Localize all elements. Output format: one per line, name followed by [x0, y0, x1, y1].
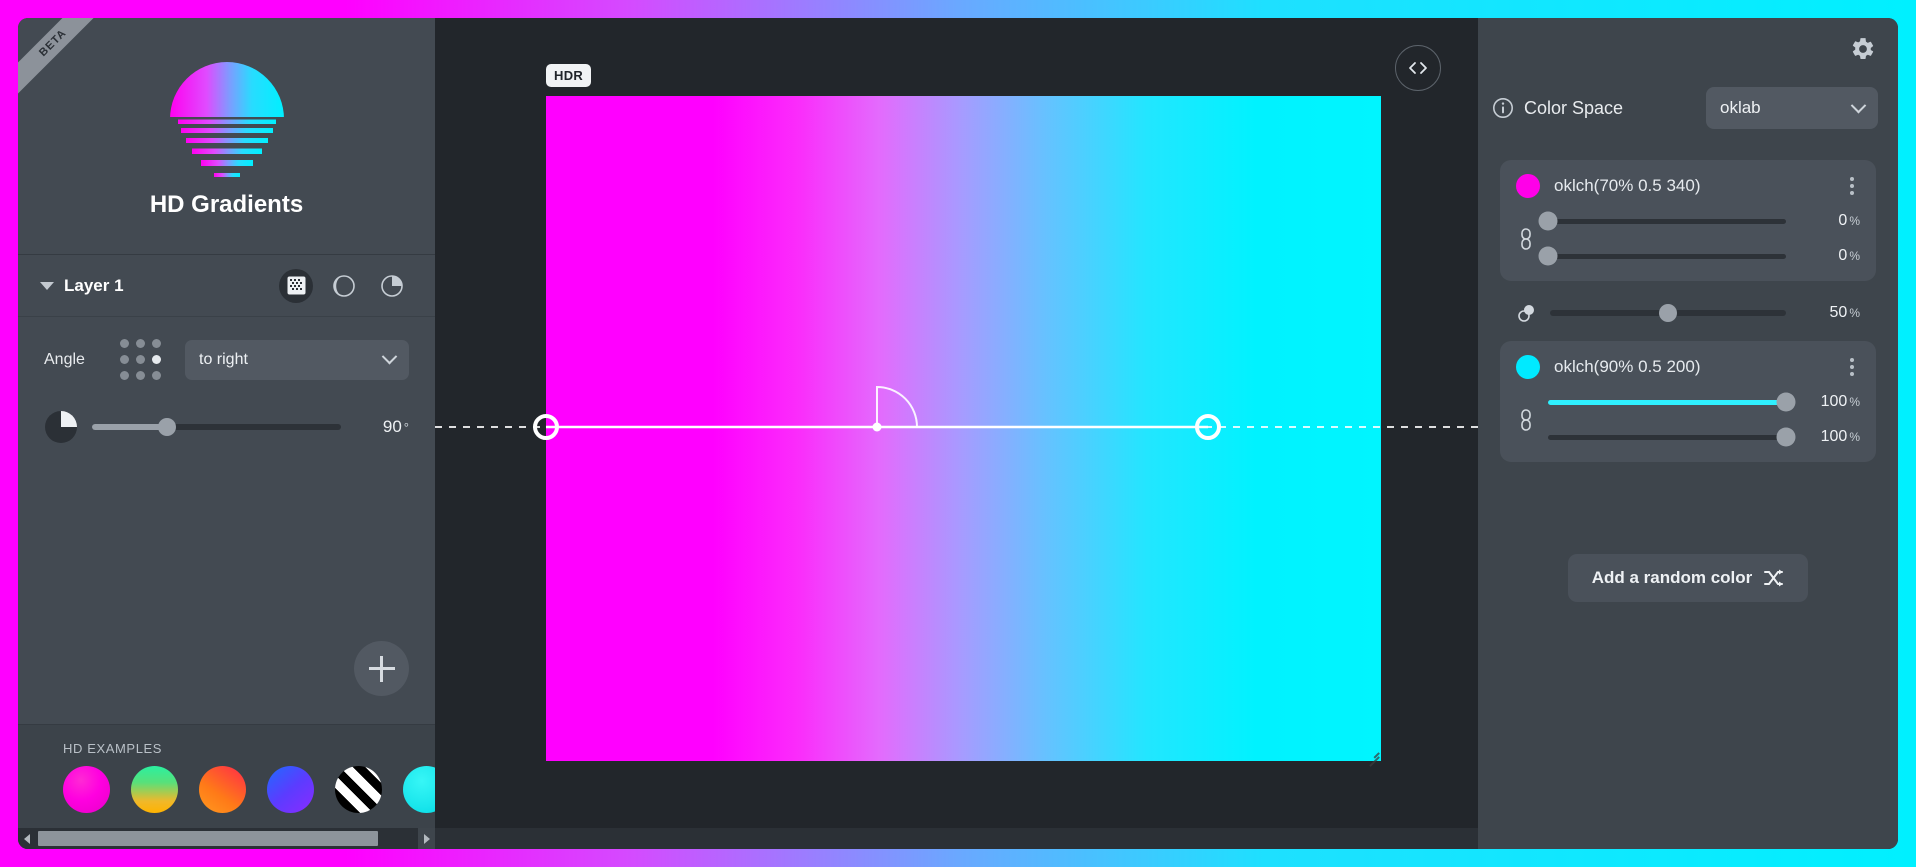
- example-blue-purple[interactable]: [267, 766, 314, 813]
- canvas-area: HDR: [435, 18, 1478, 849]
- example-magenta[interactable]: [63, 766, 110, 813]
- contrast-icon[interactable]: [327, 269, 361, 303]
- shuffle-icon: [1764, 569, 1784, 587]
- code-view-button[interactable]: [1395, 45, 1441, 91]
- info-icon[interactable]: [1492, 97, 1514, 119]
- hint-slider-row: 0%: [1538, 246, 1860, 266]
- color-stops-section: oklch(70% 0.5 340) 0% 0 % 50 % oklch(90%…: [1478, 136, 1898, 602]
- color-space-value: oklab: [1720, 98, 1761, 117]
- angle-section: Angle to right 90 °: [18, 317, 435, 444]
- left-sidebar: BETA HD Gradients Layer 1 Angle to right…: [18, 18, 518, 849]
- gear-icon[interactable]: [1850, 36, 1876, 62]
- resize-handle[interactable]: [1365, 745, 1379, 759]
- color-stop-card: oklch(90% 0.5 200) 100 % 100 %: [1500, 341, 1876, 462]
- hint-slider[interactable]: [1548, 427, 1796, 447]
- kebab-menu-icon[interactable]: [1844, 175, 1860, 197]
- brand-header: HD Gradients: [18, 18, 435, 255]
- position-slider-row: 100%: [1548, 392, 1860, 412]
- chevron-down-icon: [1850, 97, 1867, 113]
- color-space-select[interactable]: oklab: [1706, 87, 1878, 129]
- color-stop-label: oklch(90% 0.5 200): [1554, 357, 1701, 376]
- link-icon[interactable]: [1516, 227, 1536, 251]
- angle-pie-icon: [45, 411, 77, 443]
- layer-icon-group: [279, 268, 409, 303]
- pie-chart-icon[interactable]: [375, 269, 409, 303]
- scroll-left-arrow[interactable]: [18, 828, 35, 849]
- layer-collapse-chevron-down-icon[interactable]: [40, 281, 54, 290]
- angle-label: Angle: [44, 350, 85, 368]
- color-space-row: Color Space oklab: [1478, 80, 1898, 136]
- angle-slider[interactable]: [92, 418, 341, 436]
- add-layer-button[interactable]: [354, 641, 409, 696]
- scroll-right-arrow[interactable]: [418, 828, 435, 849]
- example-orange-red[interactable]: [199, 766, 246, 813]
- midpoint-circles-icon: [1518, 305, 1534, 322]
- hdr-badge: HDR: [546, 64, 592, 87]
- right-panel: Color Space oklab oklch(70% 0.5 340) 0 %…: [1478, 18, 1898, 849]
- direction-dot-grid-icon[interactable]: [120, 339, 161, 380]
- hint-value: 100%: [1820, 428, 1860, 445]
- add-random-color-label: Add a random color: [1591, 568, 1753, 587]
- plus-icon: [368, 655, 395, 682]
- right-panel-toolbar: [1478, 18, 1898, 80]
- direction-select[interactable]: to right: [185, 339, 409, 380]
- midpoint-slider[interactable]: [1550, 304, 1786, 322]
- color-stop-label: oklch(70% 0.5 340): [1554, 176, 1701, 195]
- layer-name-label: Layer 1: [64, 275, 124, 295]
- kebab-menu-icon[interactable]: [1844, 356, 1860, 378]
- chevron-down-icon: [381, 348, 398, 365]
- hd-examples-swatch-list: [18, 766, 518, 813]
- add-random-color-button[interactable]: Add a random color: [1567, 554, 1809, 602]
- canvas-horizontal-scrollbar[interactable]: [435, 828, 1478, 849]
- position-value: 0%: [1838, 212, 1860, 229]
- angle-value: 90 °: [382, 417, 409, 436]
- position-slider[interactable]: [1538, 211, 1786, 231]
- color-stop-sliders: 0% 0%: [1516, 211, 1860, 266]
- layer-body: [18, 444, 435, 724]
- dither-icon[interactable]: [279, 268, 313, 303]
- color-swatch[interactable]: [1516, 174, 1540, 198]
- angle-slider-row: 90 °: [44, 410, 409, 444]
- hint-slider-row: 100%: [1548, 427, 1860, 447]
- position-slider-row: 0%: [1538, 211, 1860, 231]
- example-green-orange[interactable]: [131, 766, 178, 813]
- color-stop-header: oklch(90% 0.5 200): [1516, 355, 1860, 379]
- random-color-row: Add a random color: [1500, 554, 1876, 602]
- app-window: BETA HD Gradients Layer 1 Angle to right…: [18, 18, 1898, 849]
- scrollbar-thumb[interactable]: [38, 831, 378, 846]
- color-space-label: Color Space: [1524, 97, 1624, 118]
- color-stop-sliders: 100% 100%: [1516, 392, 1860, 447]
- color-stop-header: oklch(70% 0.5 340): [1516, 174, 1860, 198]
- hint-slider[interactable]: [1538, 246, 1786, 266]
- color-stop-card: oklch(70% 0.5 340) 0% 0 %: [1500, 160, 1876, 281]
- code-icon: [1409, 62, 1427, 74]
- color-swatch[interactable]: [1516, 355, 1540, 379]
- gradient-preview[interactable]: [546, 96, 1381, 761]
- sidebar-horizontal-scrollbar[interactable]: [18, 828, 435, 849]
- example-stripes[interactable]: [335, 766, 382, 813]
- direction-select-value: to right: [199, 350, 248, 368]
- angle-direction-row: Angle to right: [44, 339, 409, 380]
- hint-value: 0%: [1838, 247, 1860, 264]
- sunset-gradient-logo: [164, 62, 289, 177]
- midpoint-value: 50%: [1829, 304, 1860, 321]
- position-value: 100%: [1820, 393, 1860, 410]
- app-title: HD Gradients: [149, 191, 304, 218]
- layer-header: Layer 1: [18, 255, 435, 317]
- hd-examples-section: HD EXAMPLES: [18, 724, 518, 849]
- hd-examples-title: HD EXAMPLES: [63, 741, 163, 756]
- midpoint-row: 50%: [1500, 303, 1876, 323]
- position-slider[interactable]: [1548, 392, 1796, 412]
- link-icon[interactable]: [1516, 408, 1536, 432]
